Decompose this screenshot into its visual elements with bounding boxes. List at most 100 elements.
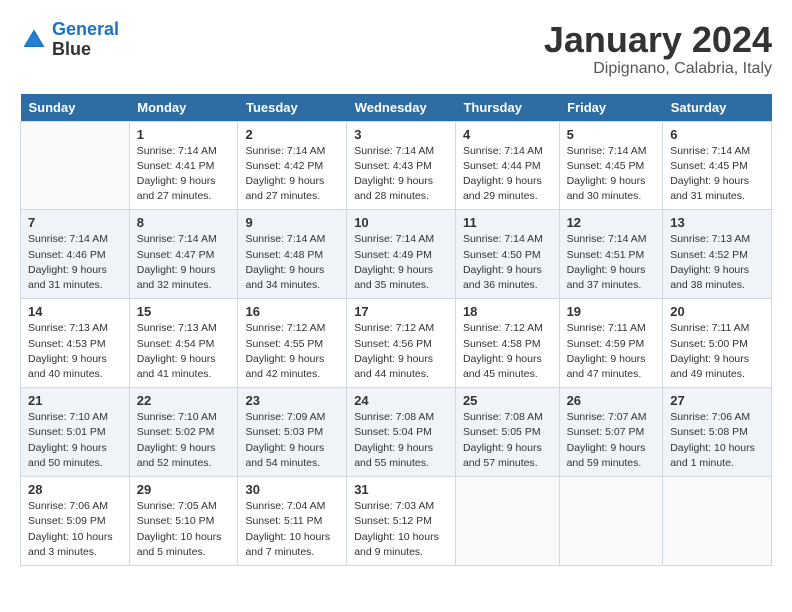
day-info: Sunrise: 7:07 AMSunset: 5:07 PMDaylight:… [567,410,656,471]
calendar-cell: 16 Sunrise: 7:12 AMSunset: 4:55 PMDayligh… [238,299,347,388]
calendar-cell: 15Sunrise: 7:13 AMSunset: 4:54 PMDayligh… [129,299,238,388]
day-number: 13 [670,215,764,230]
calendar-cell: 28Sunrise: 7:06 AMSunset: 5:09 PMDayligh… [21,477,130,566]
calendar-cell: 14Sunrise: 7:13 AMSunset: 4:53 PMDayligh… [21,299,130,388]
day-info: Sunrise: 7:11 AMSunset: 4:59 PMDaylight:… [567,321,656,382]
calendar-cell: 22 Sunrise: 7:10 AMSunset: 5:02 PMDayligh… [129,388,238,477]
calendar-subtitle: Dipignano, Calabria, Italy [544,60,772,78]
day-number: 6 [670,127,764,142]
day-info: Sunrise: 7:13 AMSunset: 4:52 PMDaylight:… [670,232,764,293]
day-info: Sunrise: 7:14 AMSunset: 4:47 PMDaylight:… [137,232,231,293]
day-info: Sunrise: 7:14 AMSunset: 4:51 PMDaylight:… [567,232,656,293]
day-info: Sunrise: 7:14 AMSunset: 4:50 PMDaylight:… [463,232,552,293]
calendar-cell: 11 Sunrise: 7:14 AMSunset: 4:50 PMDayligh… [455,210,559,299]
calendar-cell [663,477,772,566]
day-number: 4 [463,127,552,142]
calendar-cell: 27 Sunrise: 7:06 AMSunset: 5:08 PMDayligh… [663,388,772,477]
day-number: 11 [463,215,552,230]
day-number: 2 [245,127,339,142]
calendar-week-row: 7Sunrise: 7:14 AMSunset: 4:46 PMDaylight… [21,210,772,299]
calendar-week-row: 28Sunrise: 7:06 AMSunset: 5:09 PMDayligh… [21,477,772,566]
calendar-cell: 23 Sunrise: 7:09 AMSunset: 5:03 PMDayligh… [238,388,347,477]
day-number: 31 [354,482,448,497]
calendar-cell: 20Sunrise: 7:11 AMSunset: 5:00 PMDayligh… [663,299,772,388]
logo-icon [20,26,48,54]
day-number: 14 [28,304,122,319]
day-number: 21 [28,393,122,408]
logo: GeneralBlue [20,20,119,60]
calendar-cell: 24Sunrise: 7:08 AMSunset: 5:04 PMDayligh… [347,388,456,477]
day-number: 10 [354,215,448,230]
col-saturday: Saturday [663,94,772,122]
calendar-cell: 13 Sunrise: 7:13 AMSunset: 4:52 PMDayligh… [663,210,772,299]
calendar-cell: 19Sunrise: 7:11 AMSunset: 4:59 PMDayligh… [559,299,663,388]
calendar-cell: 21 Sunrise: 7:10 AMSunset: 5:01 PMDayligh… [21,388,130,477]
day-number: 20 [670,304,764,319]
day-info: Sunrise: 7:14 AMSunset: 4:43 PMDaylight:… [354,144,448,205]
col-friday: Friday [559,94,663,122]
day-info: Sunrise: 7:10 AMSunset: 5:01 PMDaylight:… [28,410,122,471]
calendar-cell: 26 Sunrise: 7:07 AMSunset: 5:07 PMDayligh… [559,388,663,477]
day-info: Sunrise: 7:05 AMSunset: 5:10 PMDaylight:… [137,499,231,560]
day-info: Sunrise: 7:04 AMSunset: 5:11 PMDaylight:… [245,499,339,560]
day-number: 22 [137,393,231,408]
col-sunday: Sunday [21,94,130,122]
day-number: 16 [245,304,339,319]
day-info: Sunrise: 7:08 AMSunset: 5:05 PMDaylight:… [463,410,552,471]
calendar-cell: 29 Sunrise: 7:05 AMSunset: 5:10 PMDayligh… [129,477,238,566]
day-number: 1 [137,127,231,142]
day-number: 28 [28,482,122,497]
calendar-cell: 9 Sunrise: 7:14 AMSunset: 4:48 PMDaylight… [238,210,347,299]
day-number: 30 [245,482,339,497]
day-info: Sunrise: 7:09 AMSunset: 5:03 PMDaylight:… [245,410,339,471]
day-number: 7 [28,215,122,230]
day-info: Sunrise: 7:12 AMSunset: 4:55 PMDaylight:… [245,321,339,382]
calendar-cell: 17 Sunrise: 7:12 AMSunset: 4:56 PMDayligh… [347,299,456,388]
col-monday: Monday [129,94,238,122]
calendar-cell: 2 Sunrise: 7:14 AMSunset: 4:42 PMDaylight… [238,121,347,210]
day-info: Sunrise: 7:13 AMSunset: 4:54 PMDaylight:… [137,321,231,382]
day-info: Sunrise: 7:14 AMSunset: 4:42 PMDaylight:… [245,144,339,205]
calendar-cell: 25 Sunrise: 7:08 AMSunset: 5:05 PMDayligh… [455,388,559,477]
day-number: 18 [463,304,552,319]
col-thursday: Thursday [455,94,559,122]
calendar-week-row: 14Sunrise: 7:13 AMSunset: 4:53 PMDayligh… [21,299,772,388]
calendar-cell: 18 Sunrise: 7:12 AMSunset: 4:58 PMDayligh… [455,299,559,388]
calendar-cell: 4 Sunrise: 7:14 AMSunset: 4:44 PMDaylight… [455,121,559,210]
calendar-cell: 1 Sunrise: 7:14 AMSunset: 4:41 PMDaylight… [129,121,238,210]
day-info: Sunrise: 7:12 AMSunset: 4:56 PMDaylight:… [354,321,448,382]
day-info: Sunrise: 7:12 AMSunset: 4:58 PMDaylight:… [463,321,552,382]
day-info: Sunrise: 7:14 AMSunset: 4:49 PMDaylight:… [354,232,448,293]
day-number: 26 [567,393,656,408]
calendar-cell: 8 Sunrise: 7:14 AMSunset: 4:47 PMDaylight… [129,210,238,299]
day-info: Sunrise: 7:14 AMSunset: 4:48 PMDaylight:… [245,232,339,293]
calendar-cell: 10 Sunrise: 7:14 AMSunset: 4:49 PMDayligh… [347,210,456,299]
calendar-header-row: Sunday Monday Tuesday Wednesday Thursday… [21,94,772,122]
day-info: Sunrise: 7:08 AMSunset: 5:04 PMDaylight:… [354,410,448,471]
calendar-cell: 6Sunrise: 7:14 AMSunset: 4:45 PMDaylight… [663,121,772,210]
day-info: Sunrise: 7:14 AMSunset: 4:44 PMDaylight:… [463,144,552,205]
day-info: Sunrise: 7:14 AMSunset: 4:41 PMDaylight:… [137,144,231,205]
day-number: 27 [670,393,764,408]
day-number: 23 [245,393,339,408]
day-number: 9 [245,215,339,230]
calendar-cell: 30 Sunrise: 7:04 AMSunset: 5:11 PMDayligh… [238,477,347,566]
calendar-cell: 5Sunrise: 7:14 AMSunset: 4:45 PMDaylight… [559,121,663,210]
title-block: January 2024 Dipignano, Calabria, Italy [544,20,772,78]
day-number: 8 [137,215,231,230]
page-header: GeneralBlue January 2024 Dipignano, Cala… [20,20,772,78]
col-wednesday: Wednesday [347,94,456,122]
calendar-cell: 31 Sunrise: 7:03 AMSunset: 5:12 PMDayligh… [347,477,456,566]
day-number: 17 [354,304,448,319]
day-info: Sunrise: 7:14 AMSunset: 4:45 PMDaylight:… [567,144,656,205]
day-info: Sunrise: 7:10 AMSunset: 5:02 PMDaylight:… [137,410,231,471]
day-info: Sunrise: 7:06 AMSunset: 5:08 PMDaylight:… [670,410,764,471]
day-number: 25 [463,393,552,408]
calendar-cell: 3Sunrise: 7:14 AMSunset: 4:43 PMDaylight… [347,121,456,210]
day-number: 29 [137,482,231,497]
day-info: Sunrise: 7:03 AMSunset: 5:12 PMDaylight:… [354,499,448,560]
day-number: 12 [567,215,656,230]
col-tuesday: Tuesday [238,94,347,122]
calendar-cell: 12 Sunrise: 7:14 AMSunset: 4:51 PMDayligh… [559,210,663,299]
calendar-week-row: 21 Sunrise: 7:10 AMSunset: 5:01 PMDayligh… [21,388,772,477]
